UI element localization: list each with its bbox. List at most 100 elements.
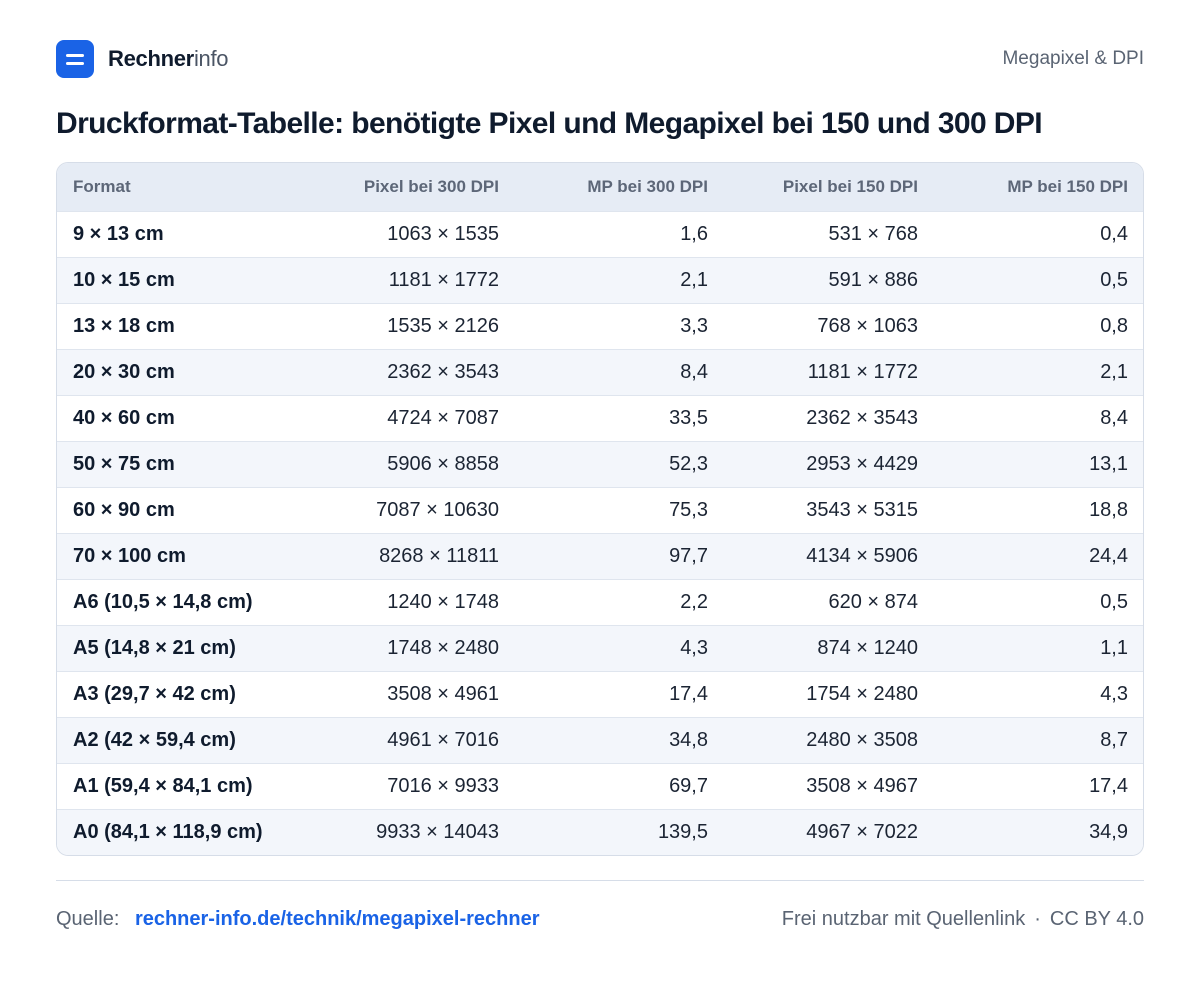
value-cell: 8,4: [1100, 406, 1128, 429]
value-cell: 0,5: [1100, 268, 1128, 291]
value-cell: 1181 × 1772: [388, 268, 499, 291]
print-format-table: Format Pixel bei 300 DPI MP bei 300 DPI Pix…: [56, 162, 1144, 856]
format-cell: 60 × 90 cm: [73, 498, 175, 521]
source-link[interactable]: rechner-info.de/technik/megapixel-rechne…: [135, 908, 540, 930]
value-cell: 4967 × 7022: [806, 820, 918, 843]
column-header: MP bei 150 DPI: [1007, 176, 1128, 196]
value-cell: 874 × 1240: [817, 636, 918, 659]
format-cell: A1 (59,4 × 84,1 cm): [73, 774, 253, 797]
brand-name-bold: Rechner: [108, 46, 194, 71]
value-cell: 768 × 1063: [817, 314, 918, 337]
source: Quelle: rechner-info.de/technik/megapixe…: [56, 908, 540, 931]
source-label: Quelle:: [56, 907, 120, 930]
value-cell: 13,1: [1089, 452, 1128, 475]
brand-name: Rechnerinfo: [108, 46, 229, 72]
value-cell: 1181 × 1772: [807, 360, 918, 383]
value-cell: 2,1: [1100, 360, 1128, 383]
footer: Quelle: rechner-info.de/technik/megapixe…: [56, 904, 1144, 934]
value-cell: 3543 × 5315: [806, 498, 918, 521]
table-row: A1 (59,4 × 84,1 cm) 7016 × 9933 69,7 3508 ×…: [57, 763, 1143, 809]
table-row: A2 (42 × 59,4 cm) 4961 × 7016 34,8 2480 × 3…: [57, 717, 1143, 763]
value-cell: 591 × 886: [828, 268, 918, 291]
value-cell: 531 × 768: [828, 222, 918, 245]
value-cell: 4,3: [1100, 682, 1128, 705]
column-header: Format: [73, 176, 131, 196]
value-cell: 69,7: [669, 774, 708, 797]
license: Frei nutzbar mit Quellenlink · CC BY 4.0: [782, 908, 1144, 931]
page: Rechnerinfo Megapixel & DPI Druckformat-…: [0, 0, 1200, 1000]
table-row: A6 (10,5 × 14,8 cm) 1240 × 1748 2,2 620 × 8…: [57, 579, 1143, 625]
column-header: Pixel bei 300 DPI: [363, 176, 499, 196]
value-cell: 7016 × 9933: [387, 774, 499, 797]
equals-logo-icon: [56, 40, 94, 78]
format-cell: 9 × 13 cm: [73, 222, 164, 245]
value-cell: 4961 × 7016: [387, 728, 499, 751]
value-cell: 34,9: [1089, 820, 1128, 843]
value-cell: 52,3: [669, 452, 708, 475]
value-cell: 1,6: [680, 222, 708, 245]
value-cell: 0,4: [1100, 222, 1128, 245]
value-cell: 7087 × 10630: [376, 498, 499, 521]
format-cell: A6 (10,5 × 14,8 cm): [73, 590, 253, 613]
value-cell: 1,1: [1100, 636, 1128, 659]
format-cell: 13 × 18 cm: [73, 314, 175, 337]
value-cell: 3508 × 4967: [806, 774, 918, 797]
value-cell: 3508 × 4961: [387, 682, 499, 705]
value-cell: 620 × 874: [828, 590, 918, 613]
value-cell: 8,4: [680, 360, 708, 383]
value-cell: 139,5: [657, 820, 708, 843]
value-cell: 24,4: [1089, 544, 1128, 567]
page-title: Druckformat-Tabelle: benötigte Pixel und…: [56, 107, 1043, 140]
topic-label: Megapixel & DPI: [1002, 48, 1144, 69]
license-separator: ·: [1034, 907, 1041, 930]
column-header: MP bei 300 DPI: [587, 176, 708, 196]
format-cell: 20 × 30 cm: [73, 360, 175, 383]
value-cell: 1063 × 1535: [387, 222, 499, 245]
format-cell: A3 (29,7 × 42 cm): [73, 682, 236, 705]
value-cell: 1748 × 2480: [387, 636, 499, 659]
format-cell: 70 × 100 cm: [73, 544, 186, 567]
format-cell: A2 (42 × 59,4 cm): [73, 728, 236, 751]
brand[interactable]: Rechnerinfo: [56, 40, 229, 78]
column-header: Pixel bei 150 DPI: [782, 176, 918, 196]
value-cell: 1535 × 2126: [387, 314, 499, 337]
value-cell: 2953 × 4429: [806, 452, 918, 475]
value-cell: 0,8: [1100, 314, 1128, 337]
value-cell: 4134 × 5906: [806, 544, 918, 567]
value-cell: 18,8: [1089, 498, 1128, 521]
table-row: 9 × 13 cm 1063 × 1535 1,6 531 × 768 0,4: [57, 211, 1143, 257]
value-cell: 5906 × 8858: [387, 452, 499, 475]
format-cell: 40 × 60 cm: [73, 406, 175, 429]
value-cell: 9933 × 14043: [376, 820, 499, 843]
table-row: 13 × 18 cm 1535 × 2126 3,3 768 × 1063 0,8: [57, 303, 1143, 349]
format-cell: A5 (14,8 × 21 cm): [73, 636, 236, 659]
value-cell: 2362 × 3543: [387, 360, 499, 383]
value-cell: 4,3: [680, 636, 708, 659]
value-cell: 2362 × 3543: [806, 406, 918, 429]
value-cell: 17,4: [1089, 774, 1128, 797]
license-name: CC BY 4.0: [1049, 907, 1144, 930]
table-row: A5 (14,8 × 21 cm) 1748 × 2480 4,3 874 × 124…: [57, 625, 1143, 671]
table-header-row: Format Pixel bei 300 DPI MP bei 300 DPI Pix…: [57, 163, 1143, 211]
license-text: Frei nutzbar mit Quellenlink: [781, 907, 1026, 930]
table-row: 50 × 75 cm 5906 × 8858 52,3 2953 × 4429 13,1: [57, 441, 1143, 487]
value-cell: 2480 × 3508: [806, 728, 918, 751]
table-row: 70 × 100 cm 8268 × 11811 97,7 4134 × 5906 24…: [57, 533, 1143, 579]
value-cell: 97,7: [669, 544, 708, 567]
table-row: A3 (29,7 × 42 cm) 3508 × 4961 17,4 1754 × 2…: [57, 671, 1143, 717]
value-cell: 75,3: [669, 498, 708, 521]
value-cell: 4724 × 7087: [387, 406, 499, 429]
value-cell: 8,7: [1100, 728, 1128, 751]
table-row: A0 (84,1 × 118,9 cm) 9933 × 14043 139,5 496…: [57, 809, 1143, 855]
value-cell: 2,2: [680, 590, 708, 613]
footer-divider: [56, 880, 1144, 881]
value-cell: 1754 × 2480: [806, 682, 918, 705]
format-cell: 10 × 15 cm: [73, 268, 175, 291]
format-cell: 50 × 75 cm: [73, 452, 175, 475]
table-row: 40 × 60 cm 4724 × 7087 33,5 2362 × 3543 8,4: [57, 395, 1143, 441]
value-cell: 0,5: [1100, 590, 1128, 613]
format-cell: A0 (84,1 × 118,9 cm): [73, 820, 263, 843]
table-row: 60 × 90 cm 7087 × 10630 75,3 3543 × 5315 18,…: [57, 487, 1143, 533]
value-cell: 2,1: [680, 268, 708, 291]
value-cell: 8268 × 11811: [379, 544, 499, 567]
